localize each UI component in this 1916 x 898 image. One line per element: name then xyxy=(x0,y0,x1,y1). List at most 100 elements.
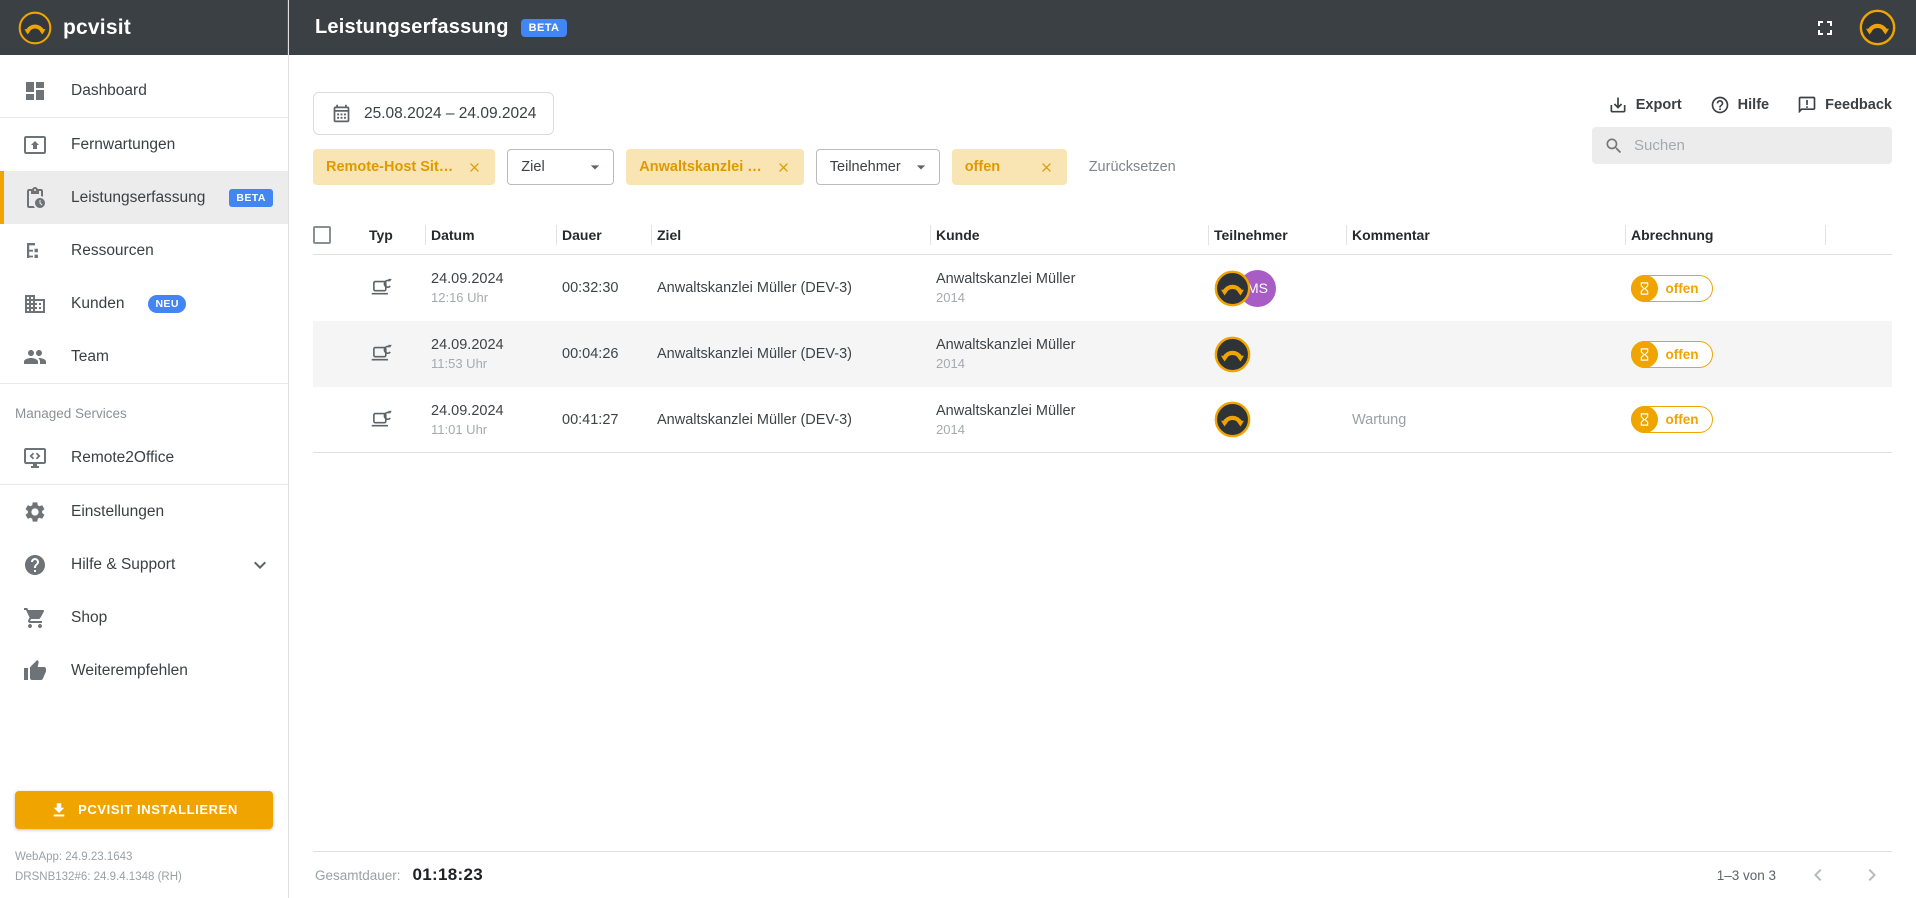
reset-filters-link[interactable]: Zurücksetzen xyxy=(1089,159,1176,175)
feedback-icon xyxy=(1797,95,1817,115)
row-date: 24.09.2024 xyxy=(431,271,504,287)
sidebar-item-fernwartungen[interactable]: Fernwartungen xyxy=(0,118,288,171)
participant-avatars: MS xyxy=(1214,270,1276,307)
header-dauer[interactable]: Dauer xyxy=(562,216,657,254)
sidebar-brand[interactable]: pcvisit xyxy=(0,0,288,55)
date-range-label: 25.08.2024 – 24.09.2024 xyxy=(364,105,536,123)
billing-status-badge[interactable]: offen xyxy=(1631,275,1713,302)
row-target-cell: Anwaltskanzlei Müller (DEV-3) xyxy=(657,255,936,321)
row-date: 24.09.2024 xyxy=(431,403,504,419)
header-kunde[interactable]: Kunde xyxy=(936,216,1214,254)
install-button-label: PCVISIT INSTALLIEREN xyxy=(78,802,238,817)
hourglass-icon xyxy=(1631,275,1658,302)
filter-chip-customer[interactable]: Anwaltskanzlei … xyxy=(626,149,803,185)
feedback-button[interactable]: Feedback xyxy=(1797,95,1892,115)
filter-dropdown-teilnehmer[interactable]: Teilnehmer xyxy=(816,149,940,185)
search-input[interactable] xyxy=(1634,137,1864,154)
sidebar-item-ressourcen[interactable]: Ressourcen xyxy=(0,224,288,277)
sidebar-item-einstellungen[interactable]: Einstellungen xyxy=(0,485,288,538)
billing-status-label: offen xyxy=(1666,281,1699,296)
export-label: Export xyxy=(1636,97,1682,113)
export-icon xyxy=(1608,95,1628,115)
filter-dropdown-ziel-label: Ziel xyxy=(521,159,544,175)
sidebar-item-weiterempfehlen[interactable]: Weiterempfehlen xyxy=(0,644,288,697)
chevron-down-icon[interactable] xyxy=(248,553,272,577)
table-header-row: Typ Datum Dauer Ziel Kunde Teilnehmer Ko… xyxy=(313,216,1892,255)
row-customer-cell: Anwaltskanzlei Müller 2014 xyxy=(936,387,1214,452)
sessions-table: Typ Datum Dauer Ziel Kunde Teilnehmer Ko… xyxy=(313,216,1892,453)
close-icon[interactable] xyxy=(467,160,482,175)
billing-status-label: offen xyxy=(1666,347,1699,362)
select-all-checkbox[interactable] xyxy=(313,226,331,244)
sidebar-item-label: Fernwartungen xyxy=(71,136,175,154)
next-page-icon[interactable] xyxy=(1860,863,1884,887)
sidebar-item-hilfe-support[interactable]: Hilfe & Support xyxy=(0,538,288,591)
sidebar: pcvisit Dashboard Fernwartungen Leistung… xyxy=(0,0,289,898)
header-datum[interactable]: Datum xyxy=(431,216,562,254)
row-date: 24.09.2024 xyxy=(431,337,504,353)
row-customer: Anwaltskanzlei Müller xyxy=(936,403,1075,419)
row-customer-sub: 2014 xyxy=(936,356,965,371)
sidebar-item-shop[interactable]: Shop xyxy=(0,591,288,644)
header-typ[interactable]: Typ xyxy=(369,216,431,254)
clipboard-clock-icon xyxy=(23,186,47,210)
filter-dropdown-ziel[interactable]: Ziel xyxy=(507,149,614,185)
export-button[interactable]: Export xyxy=(1608,95,1682,115)
row-empty-cell xyxy=(1831,321,1892,387)
remote-sessions-icon xyxy=(23,133,47,157)
beta-badge: BETA xyxy=(521,19,568,37)
table-row[interactable]: 24.09.2024 12:16 Uhr 00:32:30 Anwaltskan… xyxy=(313,255,1892,321)
row-duration-cell: 00:41:27 xyxy=(562,387,657,452)
hourglass-icon xyxy=(1631,406,1658,433)
content: 25.08.2024 – 24.09.2024 Export Hilfe Fee… xyxy=(289,55,1916,898)
row-customer: Anwaltskanzlei Müller xyxy=(936,271,1075,287)
row-typ-cell xyxy=(369,321,431,387)
close-icon[interactable] xyxy=(776,160,791,175)
calendar-icon xyxy=(331,103,352,124)
header-checkbox-cell xyxy=(313,216,369,254)
header-kommentar[interactable]: Kommentar xyxy=(1352,216,1631,254)
header-empty xyxy=(1831,216,1892,254)
row-empty-cell xyxy=(1831,387,1892,452)
action-row: Export Hilfe Feedback xyxy=(1608,95,1892,115)
total-duration-label: Gesamtdauer: xyxy=(315,868,401,883)
table-row[interactable]: 24.09.2024 11:01 Uhr 00:41:27 Anwaltskan… xyxy=(313,387,1892,453)
date-range-button[interactable]: 25.08.2024 – 24.09.2024 xyxy=(313,92,554,135)
row-customer-cell: Anwaltskanzlei Müller 2014 xyxy=(936,255,1214,321)
billing-status-badge[interactable]: offen xyxy=(1631,341,1713,368)
table-row[interactable]: 24.09.2024 11:53 Uhr 00:04:26 Anwaltskan… xyxy=(313,321,1892,387)
filter-chip-type-label: Remote-Host Sit… xyxy=(326,159,453,175)
account-logo-icon[interactable] xyxy=(1859,9,1896,46)
row-target-cell: Anwaltskanzlei Müller (DEV-3) xyxy=(657,321,936,387)
filter-chip-status[interactable]: offen xyxy=(952,149,1067,185)
sidebar-item-remote2office[interactable]: Remote2Office xyxy=(0,431,288,484)
sidebar-item-kunden[interactable]: Kunden NEU xyxy=(0,277,288,330)
filter-dropdown-teilnehmer-label: Teilnehmer xyxy=(830,159,901,175)
caret-down-icon xyxy=(585,157,605,177)
top-actions: Export Hilfe Feedback xyxy=(1592,95,1892,164)
help-button[interactable]: Hilfe xyxy=(1710,95,1769,115)
filter-chip-type[interactable]: Remote-Host Sit… xyxy=(313,149,495,185)
billing-status-badge[interactable]: offen xyxy=(1631,406,1713,433)
previous-page-icon[interactable] xyxy=(1806,863,1830,887)
version-info: WebApp: 24.9.23.1643 DRSNB132#6: 24.9.4.… xyxy=(0,837,288,898)
close-icon[interactable] xyxy=(1039,160,1054,175)
sidebar-item-leistungserfassung[interactable]: Leistungserfassung BETA xyxy=(0,171,288,224)
row-duration-cell: 00:32:30 xyxy=(562,255,657,321)
install-button[interactable]: PCVISIT INSTALLIEREN xyxy=(15,791,273,829)
row-typ-cell xyxy=(369,255,431,321)
row-date-cell: 24.09.2024 11:53 Uhr xyxy=(431,321,562,387)
header-ziel[interactable]: Ziel xyxy=(657,216,936,254)
filter-chip-customer-label: Anwaltskanzlei … xyxy=(639,159,761,175)
fullscreen-icon[interactable] xyxy=(1813,16,1837,40)
sidebar-item-team[interactable]: Team xyxy=(0,330,288,383)
search-icon xyxy=(1604,136,1624,156)
sidebar-item-dashboard[interactable]: Dashboard xyxy=(0,64,288,117)
building-icon xyxy=(23,292,47,316)
help-label: Hilfe xyxy=(1738,97,1769,113)
header-teilnehmer[interactable]: Teilnehmer xyxy=(1214,216,1352,254)
row-billing-cell: offen xyxy=(1631,255,1831,321)
download-icon xyxy=(50,801,68,819)
header-abrechnung[interactable]: Abrechnung xyxy=(1631,216,1831,254)
help-outline-icon xyxy=(1710,95,1730,115)
